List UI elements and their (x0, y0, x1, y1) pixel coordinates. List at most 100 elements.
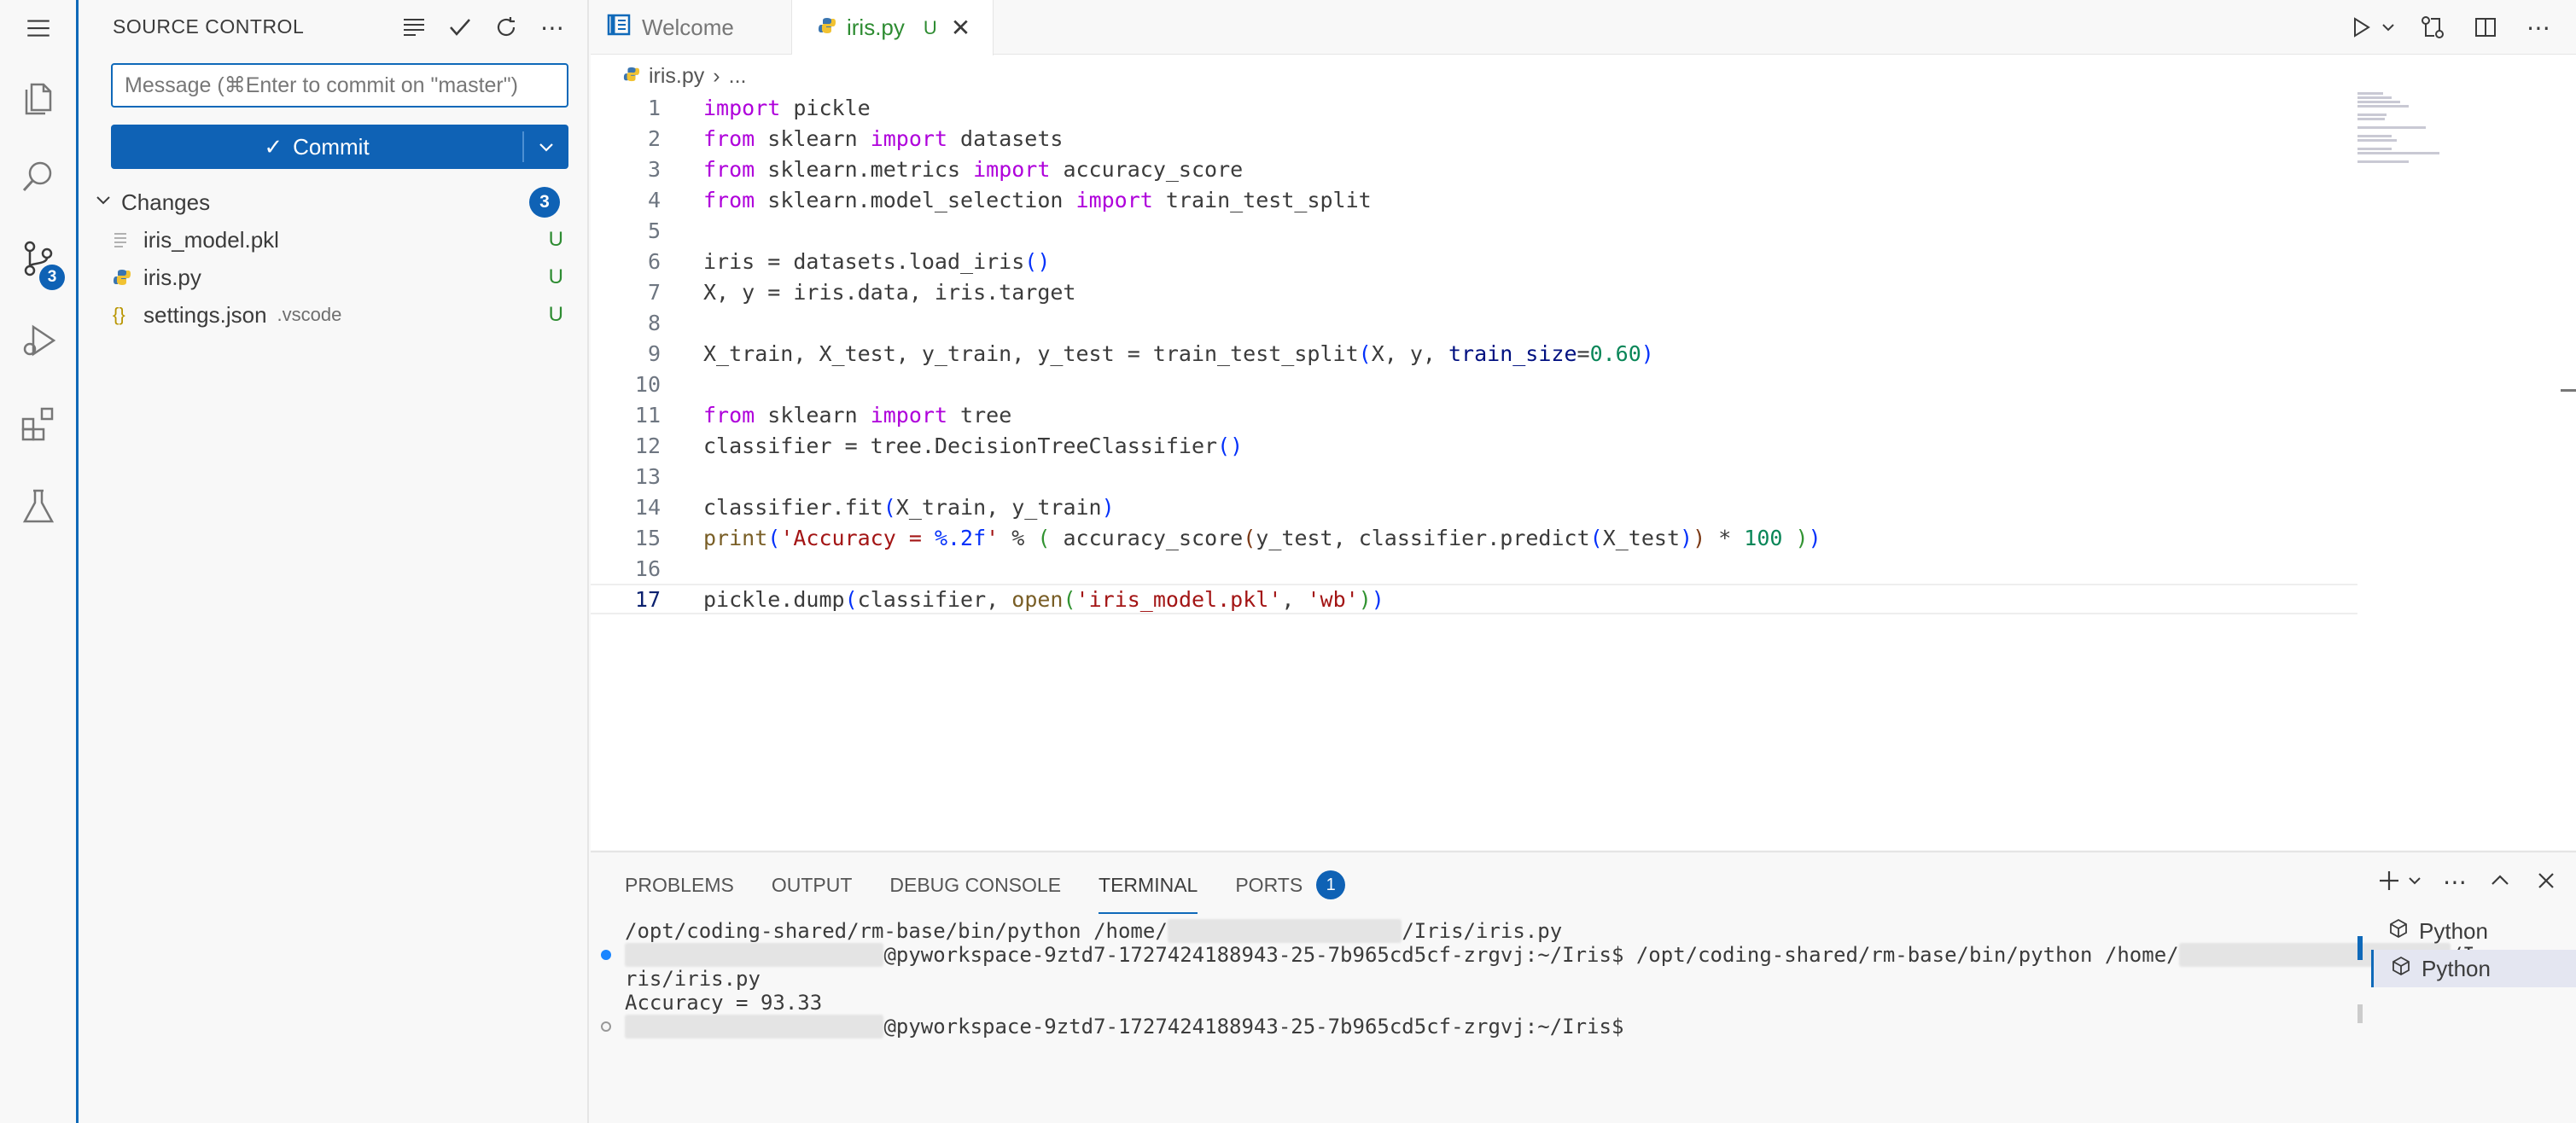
open-changes-button[interactable] (2416, 10, 2450, 44)
redacted-text: xxxxxxxxxxxxxxxxxxxxx (625, 943, 884, 967)
explorer-button[interactable] (0, 60, 76, 137)
terminal-dropdown-button[interactable] (2407, 868, 2422, 899)
code-line: 14 classifier.fit(X_train, y_train) (634, 494, 1115, 520)
tab-label: PORTS (1235, 874, 1303, 896)
changes-label: Changes (121, 189, 211, 215)
testing-button[interactable] (0, 468, 76, 544)
code-line: 1 import pickle (647, 95, 871, 120)
terminal-line: /opt/coding-shared/rm-base/bin/python /h… (625, 919, 1563, 943)
commit-button[interactable]: ✓ Commit (111, 131, 524, 162)
chevron-down-icon (539, 143, 553, 152)
split-editor-button[interactable] (2468, 10, 2503, 44)
sidebar-header: SOURCE CONTROL ⋯ (79, 0, 589, 55)
changes-group-header[interactable]: Changes 3 (94, 186, 572, 218)
search-icon (22, 161, 51, 192)
plus-icon (2380, 871, 2398, 890)
commit-message-input[interactable]: Message (⌘Enter to commit on "master") (111, 63, 568, 108)
check-icon: ✓ (264, 133, 283, 160)
python-icon (818, 15, 836, 41)
chevron-right-icon: › (713, 63, 720, 88)
code-line: 2 from sklearn import datasets (647, 125, 1064, 151)
tab-output[interactable]: OUTPUT (772, 871, 853, 914)
tab-iris-py[interactable]: iris.py U ✕ (792, 0, 994, 55)
ellipsis-icon: ⋯ (540, 14, 564, 41)
view-as-list-button[interactable] (396, 10, 432, 44)
file-name: iris_model.pkl (143, 226, 279, 253)
new-terminal-button[interactable] (2376, 868, 2402, 899)
more-actions-button[interactable]: ⋯ (2521, 10, 2556, 44)
file-status: U (548, 303, 563, 326)
changed-file-row[interactable]: {} settings.json .vscode U (113, 298, 574, 332)
chevron-down-icon (2409, 877, 2421, 885)
breadcrumb-more[interactable]: ... (729, 64, 747, 89)
ellipsis-icon[interactable]: ⋯ (2443, 868, 2467, 899)
cube-icon (2388, 918, 2409, 945)
source-control-panel: SOURCE CONTROL ⋯ Message (⌘Enter to comm… (79, 0, 589, 1123)
chevron-down-icon (94, 190, 121, 214)
code-editor[interactable]: 1 import pickle 2 from sklearn import data… (591, 92, 2357, 614)
terminal-instance[interactable]: Python (2371, 912, 2576, 950)
tab-terminal[interactable]: TERMINAL (1099, 871, 1198, 914)
changed-file-row[interactable]: iris.py U (113, 260, 574, 294)
editor-tab-bar: Welcome iris.py U ✕ ⋯ (591, 0, 2576, 55)
terminal-scrollbar[interactable] (2357, 1004, 2363, 1023)
code-line: 15 print('Accuracy = %.2f' % ( accuracy_s… (634, 525, 1821, 550)
menu-button[interactable] (0, 0, 76, 56)
code-line: 4 from sklearn.model_selection import tra… (647, 187, 1372, 212)
files-icon (25, 83, 51, 115)
close-icon[interactable]: ✕ (951, 14, 970, 42)
ports-badge: 1 (1316, 870, 1346, 899)
file-lines-icon (113, 230, 143, 249)
file-status: U (548, 228, 563, 251)
python-icon (113, 268, 143, 287)
run-button[interactable] (2344, 10, 2378, 44)
tab-label: Welcome (642, 14, 734, 40)
source-control-button[interactable]: 3 (0, 220, 76, 297)
close-panel-button[interactable] (2533, 868, 2559, 899)
extensions-button[interactable] (0, 386, 76, 463)
refresh-icon (497, 17, 516, 37)
welcome-icon (606, 12, 632, 44)
commit-dropdown-button[interactable] (524, 137, 568, 156)
ellipsis-icon: ⋯ (2526, 14, 2550, 41)
terminal-name: Python (2422, 955, 2491, 981)
more-actions-button[interactable]: ⋯ (534, 10, 570, 44)
tab-label: iris.py (847, 15, 905, 40)
panel-tabs: PROBLEMS OUTPUT DEBUG CONSOLE TERMINAL P… (625, 870, 1346, 914)
code-line: 16 (634, 556, 661, 581)
maximize-panel-button[interactable] (2487, 868, 2513, 899)
editor-actions: ⋯ (2344, 10, 2556, 44)
sidebar-actions: ⋯ (396, 10, 570, 44)
terminal-instance-selected[interactable]: Python (2371, 950, 2576, 987)
tab-debug-console[interactable]: DEBUG CONSOLE (889, 871, 1061, 914)
code-line-current: 17 pickle.dump(classifier, open('iris_mod… (591, 584, 2357, 614)
refresh-button[interactable] (488, 10, 524, 44)
flask-icon (22, 489, 54, 523)
tab-ports[interactable]: PORTS 1 (1235, 870, 1346, 914)
command-success-dot[interactable] (601, 950, 611, 960)
python-icon (623, 64, 640, 89)
code-line: 5 (647, 218, 661, 243)
file-directory: .vscode (277, 304, 342, 325)
hamburger-menu-icon (26, 20, 50, 37)
close-icon (2538, 873, 2554, 888)
chevron-up-icon (2491, 875, 2509, 885)
breadcrumb-file[interactable]: iris.py (649, 64, 704, 89)
run-debug-button[interactable] (0, 302, 76, 379)
commit-check-button[interactable] (442, 10, 478, 44)
run-dropdown-button[interactable] (2380, 10, 2397, 44)
terminal-output[interactable]: /opt/coding-shared/rm-base/bin/python /h… (601, 919, 2576, 1039)
changes-count-badge: 3 (529, 187, 560, 218)
tab-welcome[interactable]: Welcome (591, 0, 792, 55)
search-button[interactable] (0, 138, 76, 215)
json-braces-icon: {} (113, 304, 125, 325)
changed-file-row[interactable]: iris_model.pkl U (113, 223, 574, 257)
list-icon (404, 19, 424, 36)
minimap[interactable] (2357, 92, 2528, 177)
tab-problems[interactable]: PROBLEMS (625, 871, 734, 914)
command-pending-dot[interactable] (601, 1021, 611, 1032)
extensions-icon (21, 407, 53, 441)
file-name: settings.json (143, 301, 267, 328)
sidebar-title: SOURCE CONTROL (113, 15, 305, 38)
redacted-text: xxxxxxxxxxxxxxxxxxxxx (625, 1015, 884, 1039)
